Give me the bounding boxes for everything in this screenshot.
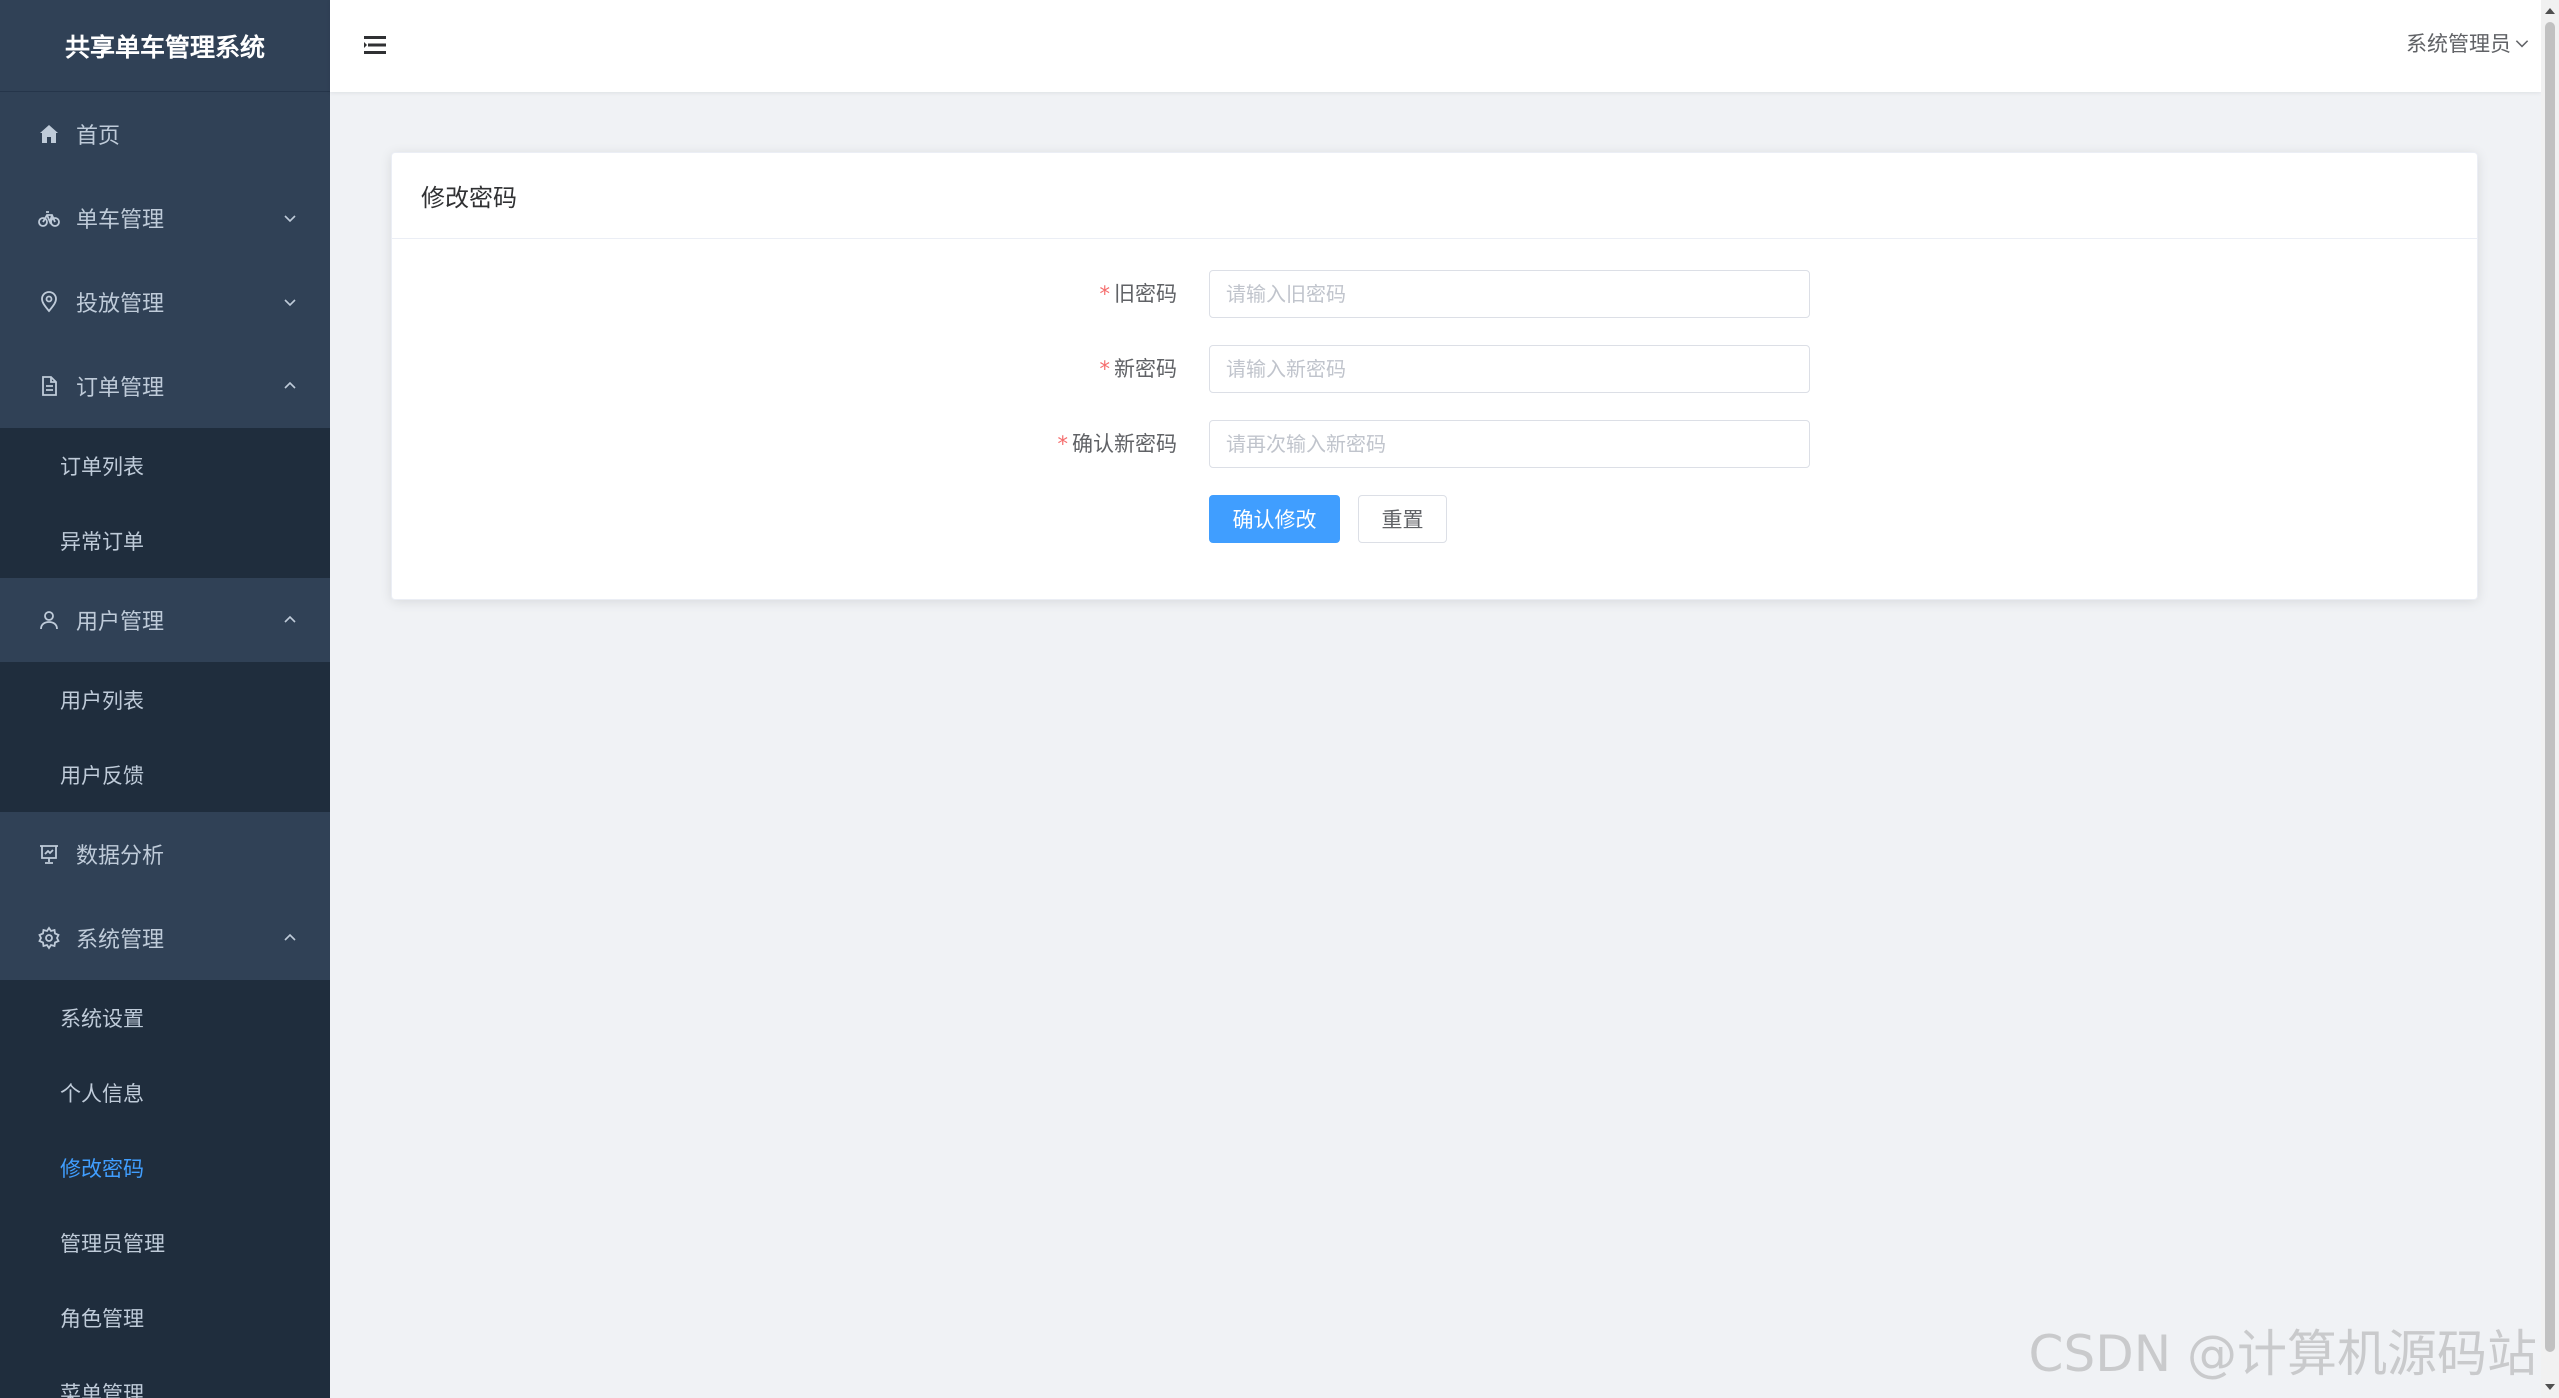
form-actions: 确认修改 重置 xyxy=(392,495,2477,543)
user-dropdown[interactable]: 系统管理员 xyxy=(2406,28,2531,58)
sidebar-item-label: 首页 xyxy=(76,124,121,149)
location-icon xyxy=(36,289,62,315)
old-password-label: * 旧密码 xyxy=(1099,282,1178,306)
sidebar-item-label: 订单管理 xyxy=(76,376,165,401)
required-mark: * xyxy=(1099,282,1111,306)
home-icon xyxy=(36,121,62,147)
sidebar-item-system-settings[interactable]: 系统设置 xyxy=(0,980,330,1055)
new-password-input[interactable] xyxy=(1209,345,1810,393)
change-password-card: 修改密码 * 旧密码 * 新密码 * 确认新密码 确认修改 重置 xyxy=(391,152,2478,600)
vertical-scrollbar[interactable] xyxy=(2541,0,2559,1398)
sidebar: 共享单车管理系统 首页 单车管理 投放管理 订单管理 订单列表 异常订单 用户管… xyxy=(0,0,330,1398)
user-name: 系统管理员 xyxy=(2406,32,2511,56)
sidebar-item-home[interactable]: 首页 xyxy=(0,92,330,176)
sidebar-item-label: 用户管理 xyxy=(76,610,165,635)
confirm-password-input[interactable] xyxy=(1209,420,1810,468)
watermark: CSDN @计算机源码站 xyxy=(2028,1325,2537,1383)
confirm-password-row: * 确认新密码 xyxy=(392,420,2477,468)
old-password-input[interactable] xyxy=(1209,270,1810,318)
sidebar-item-system-management[interactable]: 系统管理 xyxy=(0,896,330,980)
sidebar-item-change-password[interactable]: 修改密码 xyxy=(0,1130,330,1205)
new-password-row: * 新密码 xyxy=(392,345,2477,393)
chevron-down-icon xyxy=(282,210,298,226)
confirm-change-button[interactable]: 确认修改 xyxy=(1209,495,1340,543)
user-icon xyxy=(36,607,62,633)
hamburger-menu-icon[interactable] xyxy=(362,32,388,58)
old-password-row: * 旧密码 xyxy=(392,270,2477,318)
required-mark: * xyxy=(1099,357,1111,381)
chevron-down-icon xyxy=(2515,40,2529,48)
sidebar-item-deployment-management[interactable]: 投放管理 xyxy=(0,260,330,344)
sidebar-item-label: 单车管理 xyxy=(76,208,165,233)
sidebar-item-menu-management[interactable]: 菜单管理 xyxy=(0,1355,330,1398)
app-title: 共享单车管理系统 xyxy=(0,0,330,92)
sidebar-item-order-list[interactable]: 订单列表 xyxy=(0,428,330,503)
chevron-up-icon xyxy=(282,930,298,946)
sidebar-item-admin-management[interactable]: 管理员管理 xyxy=(0,1205,330,1280)
chevron-up-icon xyxy=(282,378,298,394)
sidebar-item-label: 投放管理 xyxy=(76,292,165,317)
scroll-down-arrow-icon[interactable] xyxy=(2544,1380,2556,1394)
sidebar-item-role-management[interactable]: 角色管理 xyxy=(0,1280,330,1355)
reset-button[interactable]: 重置 xyxy=(1358,495,1447,543)
confirm-password-label: * 确认新密码 xyxy=(1057,432,1178,456)
chart-board-icon xyxy=(36,841,62,867)
sidebar-item-personal-info[interactable]: 个人信息 xyxy=(0,1055,330,1130)
card-title: 修改密码 xyxy=(392,153,2477,239)
sidebar-item-user-management[interactable]: 用户管理 xyxy=(0,578,330,662)
app-root: 共享单车管理系统 首页 单车管理 投放管理 订单管理 订单列表 异常订单 用户管… xyxy=(0,0,2559,1398)
sidebar-item-order-management[interactable]: 订单管理 xyxy=(0,344,330,428)
chevron-up-icon xyxy=(282,612,298,628)
sidebar-item-label: 数据分析 xyxy=(76,844,165,869)
sidebar-item-user-feedback[interactable]: 用户反馈 xyxy=(0,737,330,812)
sidebar-item-data-analysis[interactable]: 数据分析 xyxy=(0,812,330,896)
top-header: 系统管理员 xyxy=(330,0,2541,92)
scroll-up-arrow-icon[interactable] xyxy=(2544,4,2556,18)
bicycle-icon xyxy=(36,205,62,231)
sidebar-item-user-list[interactable]: 用户列表 xyxy=(0,662,330,737)
sidebar-item-label: 系统管理 xyxy=(76,928,165,953)
chevron-down-icon xyxy=(282,294,298,310)
new-password-label: * 新密码 xyxy=(1099,357,1178,381)
document-icon xyxy=(36,373,62,399)
sidebar-item-bike-management[interactable]: 单车管理 xyxy=(0,176,330,260)
scrollbar-thumb[interactable] xyxy=(2545,22,2555,1352)
sidebar-item-abnormal-orders[interactable]: 异常订单 xyxy=(0,503,330,578)
gear-icon xyxy=(36,925,62,951)
required-mark: * xyxy=(1057,432,1069,456)
